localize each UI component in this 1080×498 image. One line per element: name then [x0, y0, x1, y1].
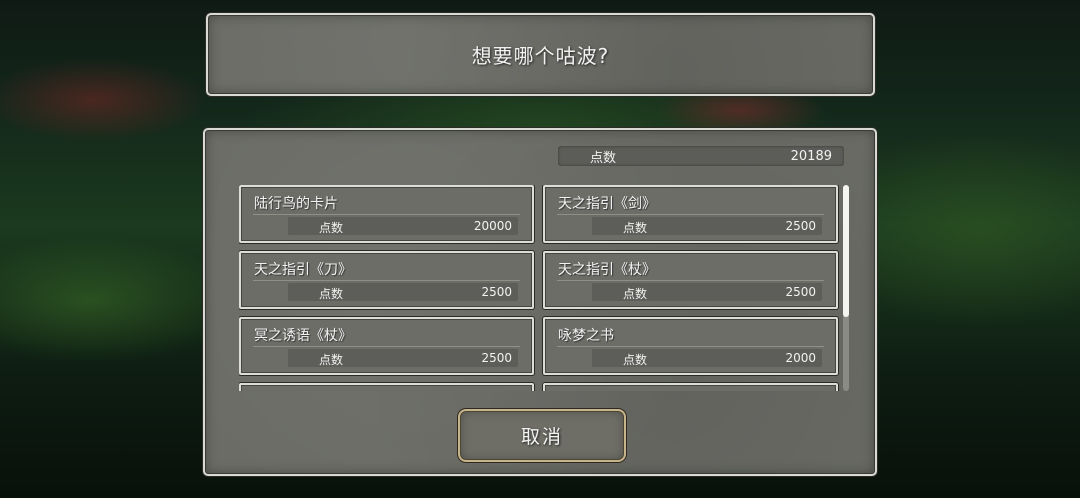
item-name: 天之指引《刀》 — [254, 262, 352, 278]
item-divider — [253, 214, 520, 215]
item-name: 陆行鸟的卡片 — [254, 196, 338, 212]
item-cost-label: 点数 — [623, 221, 648, 235]
list-item-partial[interactable] — [543, 383, 838, 391]
item-cost-value: 2500 — [481, 285, 512, 299]
item-cost-bar: 点数 2000 — [592, 349, 822, 367]
item-cost-bar: 点数 2500 — [592, 283, 822, 301]
item-cost-label: 点数 — [319, 221, 344, 235]
item-cost-bar: 点数 2500 — [288, 283, 518, 301]
item-divider — [253, 280, 520, 281]
item-cost-label: 点数 — [319, 287, 344, 301]
list-item-partial[interactable] — [239, 383, 534, 391]
list-item[interactable]: 陆行鸟的卡片 点数 20000 — [239, 185, 534, 243]
item-cost-label: 点数 — [623, 287, 648, 301]
list-item[interactable]: 天之指引《刀》 点数 2500 — [239, 251, 534, 309]
item-divider — [557, 280, 824, 281]
cancel-button[interactable]: 取消 — [458, 409, 626, 462]
item-cost-value: 2000 — [785, 351, 816, 365]
item-cost-value: 2500 — [785, 285, 816, 299]
points-total-bar: 点数 20189 — [558, 146, 844, 166]
scrollbar-thumb[interactable] — [843, 185, 849, 317]
item-divider — [557, 214, 824, 215]
item-divider — [253, 346, 520, 347]
item-name: 冥之诱语《杖》 — [254, 328, 352, 344]
item-cost-value: 2500 — [481, 351, 512, 365]
item-cost-bar: 点数 2500 — [592, 217, 822, 235]
list-scrollbar[interactable] — [843, 185, 849, 391]
item-cost-label: 点数 — [623, 353, 648, 367]
shop-panel: 点数 20189 陆行鸟的卡片 点数 20000 天之指引《剑》 点数 2500… — [203, 128, 877, 476]
item-name: 咏梦之书 — [558, 328, 614, 344]
points-value: 20189 — [790, 148, 832, 164]
dialog-question-box: 想要哪个咕波? — [206, 13, 875, 96]
list-item[interactable]: 天之指引《杖》 点数 2500 — [543, 251, 838, 309]
item-cost-label: 点数 — [319, 353, 344, 367]
item-cost-bar: 点数 20000 — [288, 217, 518, 235]
item-list[interactable]: 陆行鸟的卡片 点数 20000 天之指引《剑》 点数 2500 天之指引《刀》 … — [239, 185, 843, 391]
item-cost-value: 2500 — [785, 219, 816, 233]
list-item[interactable]: 咏梦之书 点数 2000 — [543, 317, 838, 375]
item-divider — [557, 346, 824, 347]
list-item[interactable]: 天之指引《剑》 点数 2500 — [543, 185, 838, 243]
item-name: 天之指引《杖》 — [558, 262, 656, 278]
item-name: 天之指引《剑》 — [558, 196, 656, 212]
list-item[interactable]: 冥之诱语《杖》 点数 2500 — [239, 317, 534, 375]
points-label: 点数 — [590, 150, 617, 166]
item-cost-bar: 点数 2500 — [288, 349, 518, 367]
dialog-question-text: 想要哪个咕波? — [471, 44, 610, 68]
item-cost-value: 20000 — [473, 219, 512, 233]
